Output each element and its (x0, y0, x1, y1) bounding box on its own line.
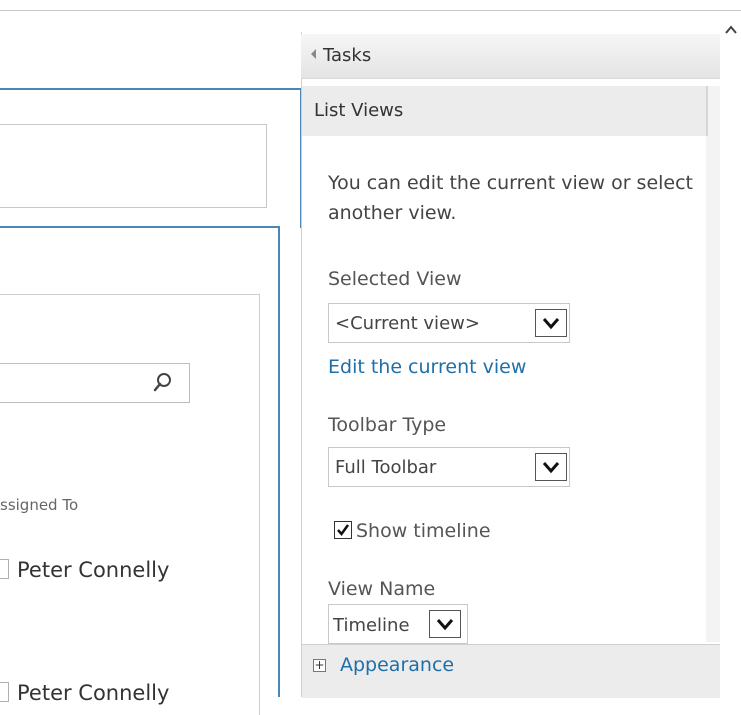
row-checkbox[interactable] (0, 559, 9, 579)
view-name-value: Timeline (333, 615, 410, 636)
edit-current-view-link[interactable]: Edit the current view (328, 356, 526, 378)
vertical-scrollbar[interactable] (720, 22, 741, 697)
assigned-to-cell[interactable]: Peter Connelly (17, 558, 169, 582)
pane-description: You can edit the current view or select … (328, 172, 693, 224)
column-header-assigned-to[interactable]: ssigned To (0, 496, 78, 514)
top-divider (0, 10, 741, 11)
search-icon[interactable] (151, 370, 175, 394)
assigned-to-cell[interactable]: Peter Connelly (17, 681, 169, 705)
chevron-down-icon[interactable] (535, 309, 567, 337)
pane-edge-shade (706, 86, 720, 642)
inner-border-top (0, 226, 280, 228)
table-row[interactable]: Peter Connelly (0, 558, 169, 582)
view-name-select[interactable]: Timeline (328, 604, 468, 644)
table-row[interactable]: Peter Connelly (0, 681, 169, 705)
title-zone (0, 124, 267, 208)
web-part-border-top (0, 88, 302, 90)
toolbar-type-select[interactable]: Full Toolbar (328, 447, 570, 487)
selected-view-select[interactable]: <Current view> (328, 303, 570, 343)
chevron-down-icon[interactable] (535, 453, 567, 481)
toolbar-type-label: Toolbar Type (328, 414, 447, 436)
show-timeline-label: Show timeline (356, 520, 491, 542)
show-timeline-option[interactable]: Show timeline (334, 520, 491, 542)
selected-view-label: Selected View (328, 268, 462, 290)
show-timeline-checkbox[interactable] (334, 521, 352, 539)
list-views-header: List Views (302, 86, 708, 136)
view-name-label: View Name (328, 578, 436, 600)
row-checkbox[interactable] (0, 682, 9, 702)
section-title: List Views (314, 100, 404, 121)
chevron-up-icon[interactable] (724, 22, 738, 36)
appearance-link[interactable]: Appearance (340, 654, 454, 676)
task-pane-title: Tasks (323, 45, 372, 66)
selected-view-value: <Current view> (335, 313, 480, 334)
task-pane-header[interactable]: Tasks (301, 34, 720, 79)
toolbar-type-value: Full Toolbar (335, 457, 437, 478)
plus-icon[interactable]: + (313, 659, 326, 672)
triangle-left-icon[interactable] (311, 49, 316, 59)
appearance-section[interactable]: + Appearance (302, 644, 720, 698)
inner-border-right (278, 226, 280, 697)
chevron-down-icon[interactable] (429, 610, 461, 638)
